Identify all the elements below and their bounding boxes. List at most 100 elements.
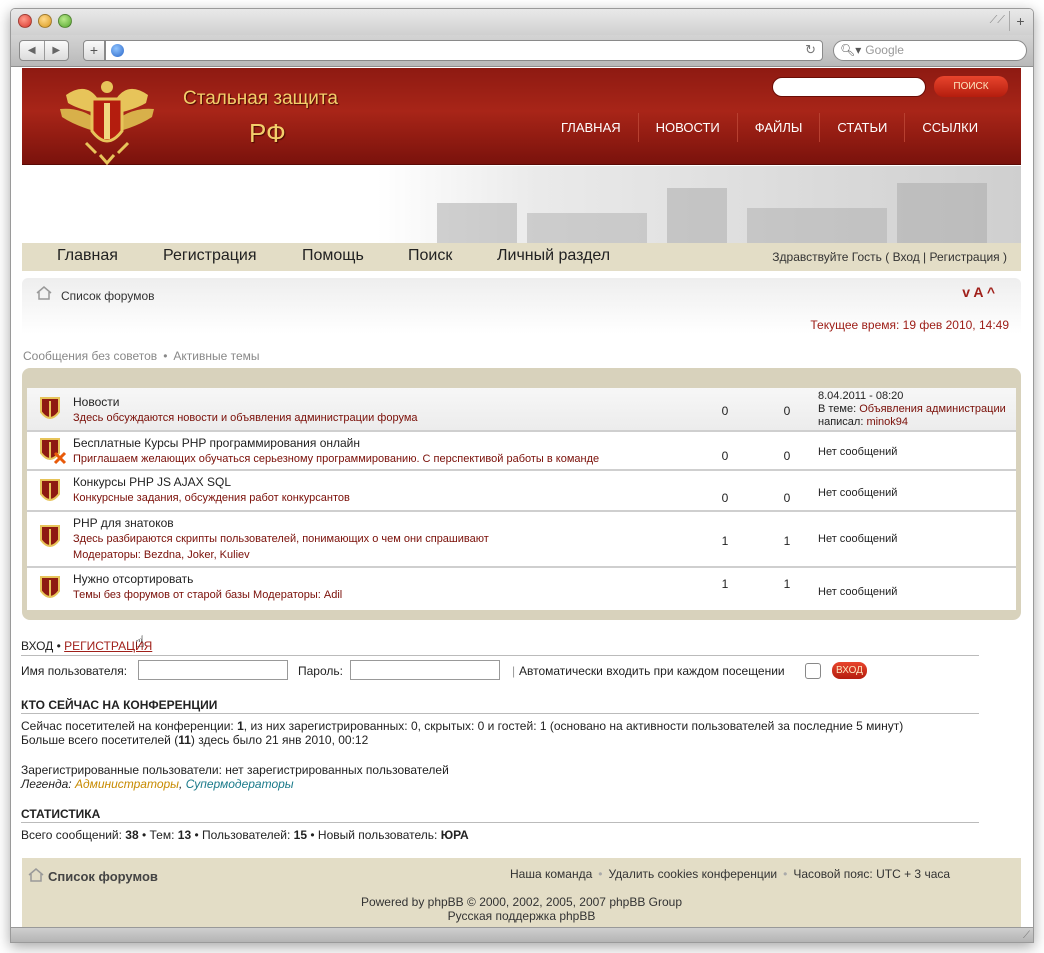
forum-row: Новости Здесь обсуждаются новости и объя…	[27, 388, 1016, 432]
forward-button[interactable]: ▶	[45, 41, 69, 60]
back-button[interactable]: ◀	[20, 41, 45, 60]
online-record-count: 11	[178, 733, 191, 747]
top-nav-news[interactable]: НОВОСТИ	[637, 113, 737, 142]
new-tab-button[interactable]: +	[1009, 11, 1031, 31]
post-count: 0	[783, 404, 791, 418]
username-field[interactable]	[138, 660, 288, 680]
forum-title[interactable]: PHP для знатоков	[73, 516, 174, 530]
team-link[interactable]: Наша команда	[510, 867, 592, 881]
stats-text: Всего сообщений: 38 • Тем: 13 • Пользова…	[21, 828, 469, 842]
username-label: Имя пользователя:	[21, 664, 128, 678]
zoom-window-button[interactable]	[58, 14, 72, 28]
forum-title[interactable]: Конкурсы PHP JS AJAX SQL	[73, 475, 231, 489]
post-count: 1	[783, 577, 791, 591]
site-subtitle: РФ	[249, 118, 286, 148]
topic-count: 0	[721, 449, 729, 463]
stats-posts: 38	[125, 828, 139, 842]
divider	[21, 713, 979, 714]
footer-forum-list-link[interactable]: Список форумов	[48, 869, 158, 884]
post-count: 0	[783, 491, 791, 505]
top-nav-home[interactable]: ГЛАВНАЯ	[544, 113, 638, 142]
online-record-text: Больше всего посетителей (11) здесь было…	[21, 733, 368, 747]
nav-register[interactable]: Регистрация	[163, 247, 257, 265]
active-topics-link[interactable]: Активные темы	[173, 349, 259, 363]
close-window-button[interactable]	[18, 14, 32, 28]
online-title: КТО СЕЙЧАС НА КОНФЕРЕНЦИИ	[21, 698, 218, 712]
topic-count: 0	[721, 491, 729, 505]
online-now-post: , из них зарегистрированных: 0, скрытых:…	[243, 719, 904, 733]
forum-nav: Главная Регистрация Помощь Поиск Личный …	[22, 243, 1021, 271]
breadcrumb[interactable]: Список форумов	[61, 289, 155, 303]
post-count: 0	[783, 449, 791, 463]
forum-row: Нужно отсортировать Темы без форумов от …	[27, 568, 1016, 610]
top-nav-files[interactable]: ФАЙЛЫ	[736, 113, 820, 142]
add-bookmark-button[interactable]: +	[83, 40, 105, 61]
last-post: Нет сообщений	[818, 487, 898, 499]
top-nav: ГЛАВНАЯ НОВОСТИ ФАЙЛЫ СТАТЬИ ССЫЛКИ	[544, 113, 995, 142]
shield-icon	[40, 397, 60, 419]
delete-cookies-link[interactable]: Удалить cookies конференции	[608, 867, 777, 881]
stats-topics-label: • Тем:	[138, 828, 178, 842]
stats-users-label: • Пользователей:	[191, 828, 294, 842]
login-button[interactable]: ВХОД	[832, 662, 867, 679]
last-post-author[interactable]: minok94	[866, 416, 908, 428]
forum-row: Конкурсы PHP JS AJAX SQL Конкурсные зада…	[27, 471, 1016, 512]
guest-greeting[interactable]: Здравствуйте Гость ( Вход | Регистрация …	[772, 250, 1007, 264]
stats-newest-user[interactable]: ЮРА	[441, 828, 469, 842]
footer-links: Наша команда • Удалить cookies конференции…	[510, 867, 950, 881]
top-nav-articles[interactable]: СТАТЬИ	[819, 113, 904, 142]
globe-icon	[111, 44, 124, 57]
home-icon[interactable]	[36, 286, 52, 300]
home-icon[interactable]	[28, 868, 44, 882]
autologin-checkbox[interactable]	[805, 663, 821, 679]
header-search-button[interactable]: ПОИСК	[934, 76, 1008, 97]
address-bar[interactable]: ↻	[105, 40, 823, 61]
separator-dot: •	[598, 867, 603, 881]
breadcrumb-bar: Список форумов v A ^ Текущее время: 19 ф…	[22, 278, 1021, 334]
legend-supermods[interactable]: Супермодераторы	[186, 777, 294, 791]
post-count: 1	[783, 534, 791, 548]
divider	[21, 655, 979, 656]
font-size-controls[interactable]: v A ^	[962, 284, 995, 300]
last-post-topic[interactable]: Объявления администрации	[859, 403, 1006, 415]
quick-links: Сообщения без советов • Активные темы	[23, 349, 260, 363]
forum-title[interactable]: Бесплатные Курсы PHP программирования он…	[73, 436, 360, 450]
last-post: Нет сообщений	[818, 446, 898, 458]
forum-moderators[interactable]: Модераторы: Bezdna, Joker, Kuliev	[73, 549, 250, 561]
forum-title[interactable]: Нужно отсортировать	[73, 572, 193, 586]
topic-count: 1	[721, 577, 729, 591]
nav-help[interactable]: Помощь	[302, 247, 364, 265]
minimize-window-button[interactable]	[38, 14, 52, 28]
powered-by[interactable]: Powered by phpBB © 2000, 2002, 2005, 200…	[22, 895, 1021, 909]
web-search-field[interactable]: 🔍︎▾ Google	[833, 40, 1027, 61]
nav-personal[interactable]: Личный раздел	[497, 247, 610, 265]
current-time: Текущее время: 19 фев 2010, 14:49	[810, 318, 1009, 332]
last-post: 8.04.2011 - 08:20 В теме: Объявления адм…	[818, 390, 1006, 429]
resize-icon: ⟋⟋	[989, 14, 1005, 26]
online-now-text: Сейчас посетителей на конференции: 1, из…	[21, 719, 903, 733]
forum-title[interactable]: Новости	[73, 395, 119, 409]
forum-description: Приглашаем желающих обучаться серьезному…	[73, 453, 600, 465]
password-label: Пароль:	[298, 664, 343, 678]
nav-search[interactable]: Поиск	[408, 247, 452, 265]
russian-support[interactable]: Русская поддержка phpBB	[22, 909, 1021, 923]
browser-toolbar: ◀ ▶ + ↻ 🔍︎▾ Google	[11, 35, 1033, 67]
top-nav-links[interactable]: ССЫЛКИ	[904, 113, 995, 142]
forum-row: Бесплатные Курсы PHP программирования он…	[27, 432, 1016, 471]
separator-dot: •	[163, 349, 168, 363]
separator-dot: •	[783, 867, 788, 881]
reload-icon[interactable]: ↻	[805, 42, 816, 58]
forum-list: Новости Здесь обсуждаются новости и объя…	[22, 368, 1021, 620]
last-post-topic-label: В теме:	[818, 403, 857, 415]
nav-home[interactable]: Главная	[57, 247, 118, 265]
login-title: ВХОД	[21, 639, 54, 653]
legend-admins[interactable]: Администраторы	[75, 777, 179, 791]
password-field[interactable]	[350, 660, 500, 680]
legend: Легенда: Администраторы, Супермодераторы	[21, 777, 294, 791]
resize-grip-icon[interactable]: ⟋	[1023, 930, 1030, 941]
forum-row: PHP для знатоков Здесь разбираются скрип…	[27, 512, 1016, 568]
header-search-input[interactable]	[772, 77, 926, 97]
stats-posts-label: Всего сообщений:	[21, 828, 126, 842]
hand-cursor-icon: ☝	[135, 634, 145, 651]
unanswered-link[interactable]: Сообщения без советов	[23, 349, 157, 363]
